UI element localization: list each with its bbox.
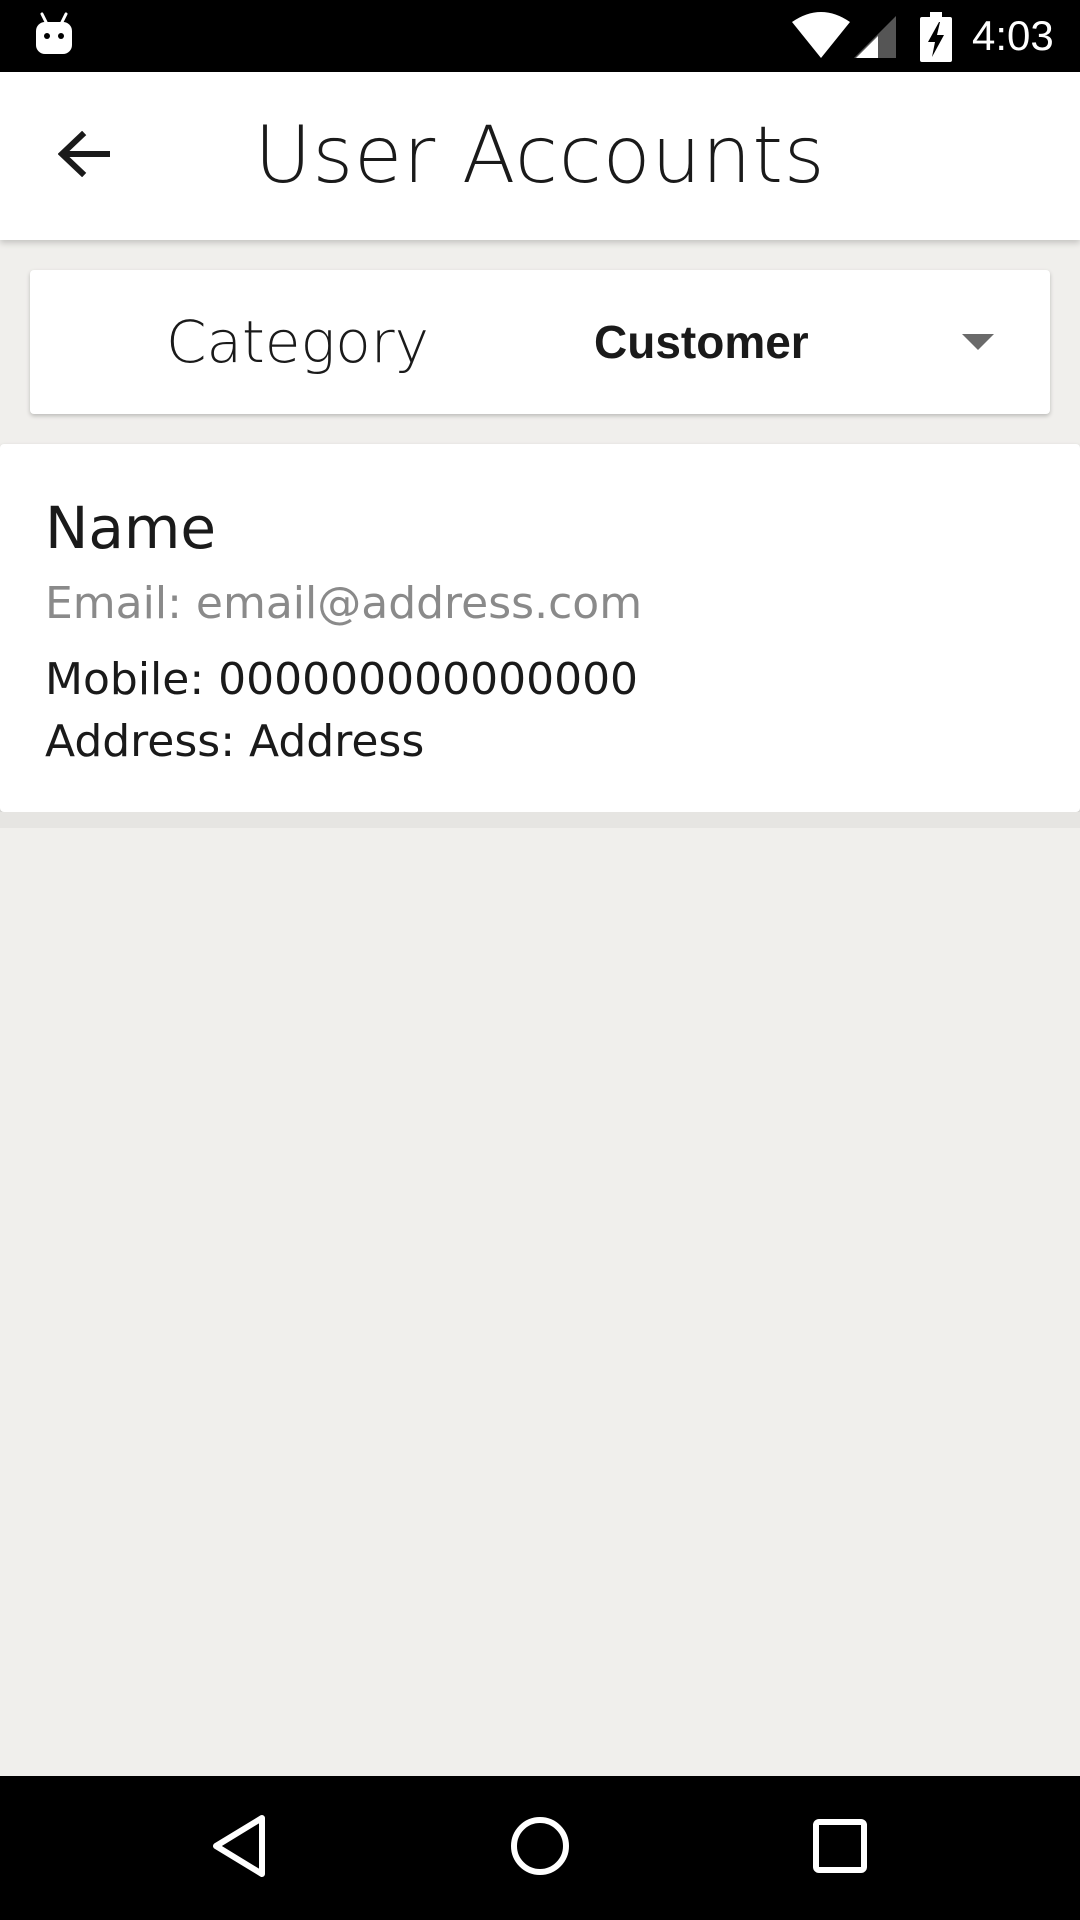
status-bar: 4:03: [0, 0, 1080, 72]
nav-home-icon: [510, 1816, 570, 1881]
status-clock: 4:03: [972, 12, 1054, 59]
user-mobile: Mobile: 000000000000000: [45, 654, 639, 705]
android-notification-icon: [34, 12, 74, 56]
screen: 4:03 User Accounts Category Customer Nam…: [0, 0, 1080, 1920]
nav-back-button[interactable]: [190, 1798, 290, 1898]
nav-recents-icon: [812, 1818, 868, 1879]
app-bar: User Accounts: [0, 72, 1080, 240]
category-label: Category: [166, 308, 429, 376]
back-button[interactable]: [40, 112, 128, 200]
nav-home-button[interactable]: [490, 1798, 590, 1898]
arrow-back-icon: [57, 130, 111, 182]
user-email: Email: email@address.com: [45, 578, 643, 629]
page-title: User Accounts: [254, 111, 826, 201]
category-selected-value: Customer: [594, 316, 809, 368]
navigation-bar: [0, 1776, 1080, 1920]
category-filter-card: Category Customer: [30, 270, 1050, 414]
signal-icon: [852, 14, 898, 60]
user-list-item[interactable]: Name Email: email@address.com Mobile: 00…: [0, 444, 1080, 812]
user-address: Address: Address: [45, 716, 425, 767]
list-divider: [0, 812, 1080, 828]
battery-charging-icon: [920, 12, 952, 62]
nav-back-icon: [210, 1814, 270, 1883]
category-dropdown[interactable]: Customer: [550, 270, 1030, 414]
user-name: Name: [45, 494, 217, 562]
wifi-icon: [790, 12, 852, 60]
caret-down-icon: [962, 332, 994, 352]
nav-recents-button[interactable]: [790, 1798, 890, 1898]
